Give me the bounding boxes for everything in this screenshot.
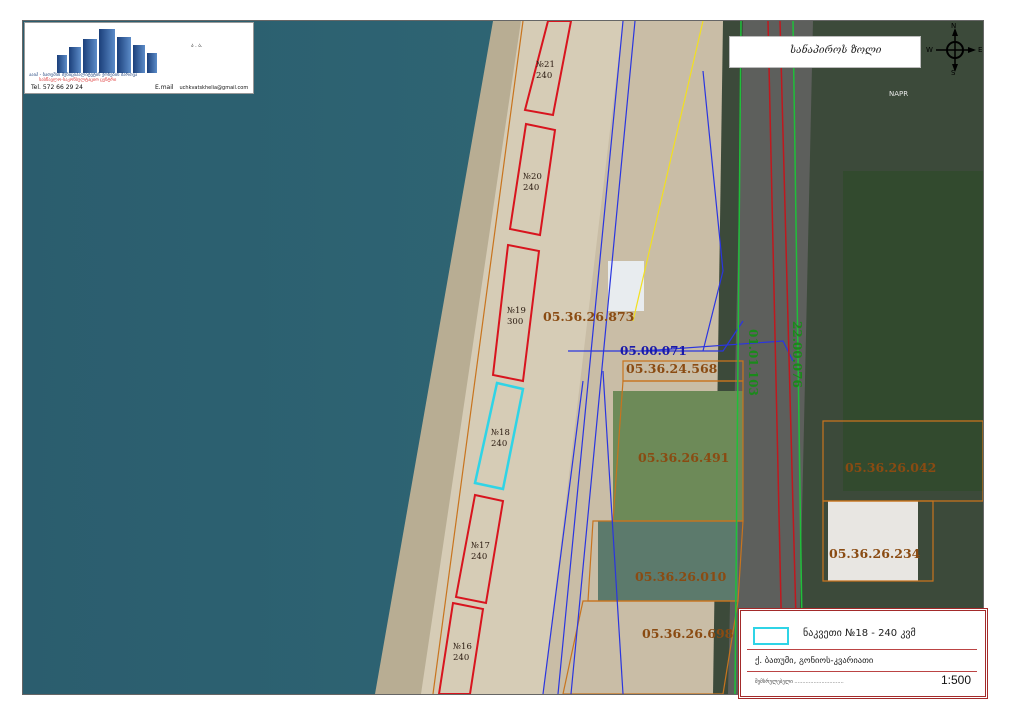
legend-address: ქ. ბათუმი, გონიოს-კვარიათი <box>755 656 874 666</box>
lot-label-16-area: 240 <box>453 653 469 663</box>
map-corner-tag: NAPR <box>889 90 908 98</box>
lot-label-21-no: №21 <box>536 60 555 70</box>
lot-label-20-area: 240 <box>523 183 539 193</box>
compass-w: W <box>926 46 933 54</box>
contact-email: E.mail uchkvatskhelia@gmail.com <box>155 84 248 91</box>
parcel-label-234: 05.36.26.234 <box>829 546 921 561</box>
road-label-05-00-071: 05.00.071 <box>620 344 687 358</box>
building-logo-icon <box>39 27 169 73</box>
lot-label-19-no: №19 <box>507 306 526 316</box>
lot-label-21-area: 240 <box>536 71 552 81</box>
tree-cover <box>843 171 983 491</box>
map-title: სანაპიროს ზოლი <box>790 45 882 56</box>
legend-signature: შემსრულებელი ...........................… <box>755 679 844 685</box>
parcel-label-042: 05.36.26.042 <box>845 460 936 475</box>
email-label: E.mail <box>155 84 174 91</box>
company-subtitle: სასწავლო-საკონსულტაციო ცენტრი <box>39 78 117 83</box>
legend-swatch-selected-lot <box>753 627 789 645</box>
legend-box: ნაკვეთი №18 - 240 კვმ ქ. ბათუმი, გონიოს-… <box>738 608 988 699</box>
legend-description: ნაკვეთი №18 - 240 კვმ <box>803 628 916 639</box>
contact-phone: Tel. 572 66 29 24 <box>31 84 83 91</box>
parcel-label-491: 05.36.26.491 <box>638 450 729 465</box>
lot-label-18-area: 240 <box>491 439 507 449</box>
compass-n: N <box>951 22 957 30</box>
lot-label-16-no: №16 <box>453 642 472 652</box>
email-address: uchkvatskhelia@gmail.com <box>179 85 249 91</box>
map-frame: №21 240 №20 240 №19 300 №18 240 №17 240 … <box>22 20 984 695</box>
kiosk-roof <box>608 261 644 311</box>
compass-e: E <box>978 46 983 54</box>
lot-label-18-no: №18 <box>491 428 510 438</box>
road-label-01-01-103: 01.01.103 <box>746 329 760 396</box>
parcel-label-873: 05.36.26.873 <box>543 309 634 324</box>
roof-block <box>598 521 738 601</box>
lot-label-17-no: №17 <box>471 541 490 551</box>
building-roof <box>828 501 918 581</box>
company-logo-box: ა . ა. ააიპ - ბათუმის მუნიციპალიტეტის ქო… <box>24 22 254 94</box>
road-label-22-00-076: 22.00.076 <box>790 321 804 388</box>
compass-s: S <box>951 69 956 77</box>
map-canvas[interactable]: №21 240 №20 240 №19 300 №18 240 №17 240 … <box>23 21 983 694</box>
legend-divider <box>747 671 977 672</box>
parcel-label-568: 05.36.24.568 <box>626 361 718 376</box>
compass-rose-icon: N S E W <box>926 22 984 78</box>
parcel-label-698: 05.36.26.698 <box>642 626 734 641</box>
lot-label-17-area: 240 <box>471 552 487 562</box>
map-title-box: სანაპიროს ზოლი <box>729 36 921 68</box>
logo-corner-text: ა . ა. <box>191 43 203 49</box>
legend-divider <box>747 649 977 650</box>
lot-label-20-no: №20 <box>523 172 542 182</box>
lot-label-19-area: 300 <box>507 317 523 327</box>
map-scale: 1:500 <box>940 673 971 687</box>
parcel-label-010: 05.36.26.010 <box>635 569 727 584</box>
